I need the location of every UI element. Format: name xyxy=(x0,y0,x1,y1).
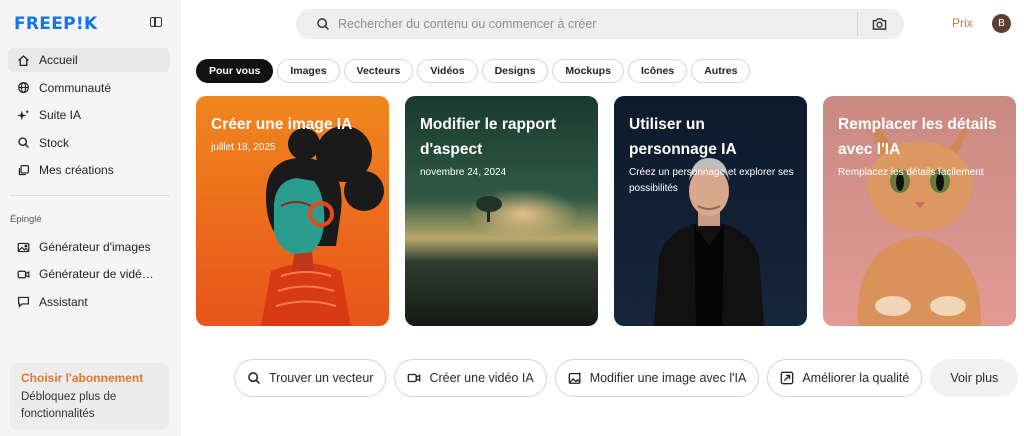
edit-image-button[interactable]: Modifier une image avec l'IA xyxy=(554,359,760,397)
home-icon xyxy=(16,53,30,67)
feature-card-ai-character[interactable]: Utiliser un personnage IA Créez un perso… xyxy=(614,96,807,326)
tab-autres[interactable]: Autres xyxy=(691,59,751,83)
chat-icon xyxy=(16,295,30,309)
action-label: Voir plus xyxy=(950,371,999,385)
pricing-link[interactable]: Prix xyxy=(952,16,973,30)
main-nav: Accueil Communauté Suite IA Stock Mes cr… xyxy=(8,48,170,186)
tab-images[interactable]: Images xyxy=(277,59,340,83)
copy-icon xyxy=(16,163,30,177)
card-subtitle: Remplacez les détails facilement xyxy=(838,167,984,178)
pinned-nav: Générateur d'images Générateur de vidé… … xyxy=(8,235,170,317)
video-icon xyxy=(407,371,421,385)
sidebar: FREEP!K Accueil Communauté Suite IA Stoc… xyxy=(0,0,181,436)
upscale-icon xyxy=(780,371,794,385)
sidebar-item-accueil[interactable]: Accueil xyxy=(8,48,170,72)
sidebar-item-label: Accueil xyxy=(39,53,78,67)
card-title: Remplacer les détails avec l'IA xyxy=(838,116,997,158)
search-bar[interactable] xyxy=(296,9,904,39)
feature-card-aspect-ratio[interactable]: Modifier le rapport d'aspect novembre 24… xyxy=(405,96,598,326)
subscription-promo[interactable]: Choisir l'abonnement Débloquez plus de f… xyxy=(10,363,169,430)
find-vector-button[interactable]: Trouver un vecteur xyxy=(234,359,387,397)
sidebar-item-assistant[interactable]: Assistant xyxy=(8,290,170,314)
card-title: Créer une image IA xyxy=(211,116,353,133)
card-text: Créer une image IA juillet 18, 2025 xyxy=(211,112,377,156)
image-edit-icon xyxy=(568,371,582,385)
sidebar-item-communaute[interactable]: Communauté xyxy=(8,76,170,100)
image-icon xyxy=(16,240,30,254)
pinned-section-label: Épinglé xyxy=(10,214,42,225)
card-subtitle: juillet 18, 2025 xyxy=(211,142,276,153)
sidebar-item-label: Mes créations xyxy=(39,163,114,178)
sidebar-toggle-icon[interactable] xyxy=(150,17,162,27)
sidebar-item-suite-ia[interactable]: Suite IA xyxy=(8,103,170,127)
action-label: Modifier une image avec l'IA xyxy=(589,371,747,385)
card-text: Modifier le rapport d'aspect novembre 24… xyxy=(420,112,586,181)
sidebar-item-label: Générateur de vidé… xyxy=(39,267,154,282)
action-label: Améliorer la qualité xyxy=(802,371,910,385)
card-title: Utiliser un personnage IA xyxy=(629,116,737,158)
category-tabs: Pour vous Images Vecteurs Vidéos Designs… xyxy=(196,59,751,83)
see-more-button[interactable]: Voir plus xyxy=(930,359,1019,397)
sidebar-item-video-generator[interactable]: Générateur de vidé… xyxy=(8,262,170,286)
tab-pour-vous[interactable]: Pour vous xyxy=(196,59,274,83)
feature-card-create-image[interactable]: Créer une image IA juillet 18, 2025 xyxy=(196,96,389,326)
tab-icones[interactable]: Icônes xyxy=(627,59,688,83)
sidebar-divider xyxy=(10,195,170,196)
card-text: Utiliser un personnage IA Créez un perso… xyxy=(629,112,795,197)
sidebar-item-label: Stock xyxy=(39,135,70,150)
freepik-logo[interactable]: FREEP!K xyxy=(14,14,97,34)
search-icon xyxy=(317,18,329,30)
card-subtitle: novembre 24, 2024 xyxy=(420,167,507,178)
subscription-title[interactable]: Choisir l'abonnement xyxy=(21,371,158,385)
tab-vecteurs[interactable]: Vecteurs xyxy=(343,59,414,83)
search-input[interactable] xyxy=(338,15,838,33)
card-title: Modifier le rapport d'aspect xyxy=(420,116,557,158)
sidebar-item-image-generator[interactable]: Générateur d'images xyxy=(8,235,170,259)
camera-icon[interactable] xyxy=(872,17,887,31)
tab-videos[interactable]: Vidéos xyxy=(417,59,478,83)
feature-card-replace-details[interactable]: Remplacer les détails avec l'IA Remplace… xyxy=(823,96,1016,326)
sidebar-item-label: Assistant xyxy=(39,294,88,309)
sparkle-icon xyxy=(16,108,30,122)
create-video-button[interactable]: Créer une vidéo IA xyxy=(394,359,547,397)
sidebar-item-mes-creations[interactable]: Mes créations xyxy=(8,158,170,182)
sidebar-item-stock[interactable]: Stock xyxy=(8,131,170,155)
quick-actions: Trouver un vecteur Créer une vidéo IA Mo… xyxy=(234,359,1019,397)
card-text: Remplacer les détails avec l'IA Remplace… xyxy=(838,112,1004,181)
globe-icon xyxy=(16,81,30,95)
search-icon xyxy=(247,371,261,385)
card-subtitle: Créez un personnage et explorer ses poss… xyxy=(629,167,794,194)
subscription-text: Débloquez plus de fonctionnalités xyxy=(21,391,117,420)
tab-designs[interactable]: Designs xyxy=(481,59,549,83)
avatar[interactable]: B xyxy=(992,14,1011,33)
action-label: Créer une vidéo IA xyxy=(429,371,534,385)
action-label: Trouver un vecteur xyxy=(269,371,374,385)
sidebar-item-label: Générateur d'images xyxy=(39,240,151,254)
upscale-button[interactable]: Améliorer la qualité xyxy=(767,359,923,397)
tab-mockups[interactable]: Mockups xyxy=(552,59,624,83)
search-icon xyxy=(16,136,30,150)
search-divider xyxy=(857,12,858,36)
sidebar-item-label: Communauté xyxy=(39,80,112,95)
sidebar-item-label: Suite IA xyxy=(39,108,82,123)
video-icon xyxy=(16,267,30,281)
